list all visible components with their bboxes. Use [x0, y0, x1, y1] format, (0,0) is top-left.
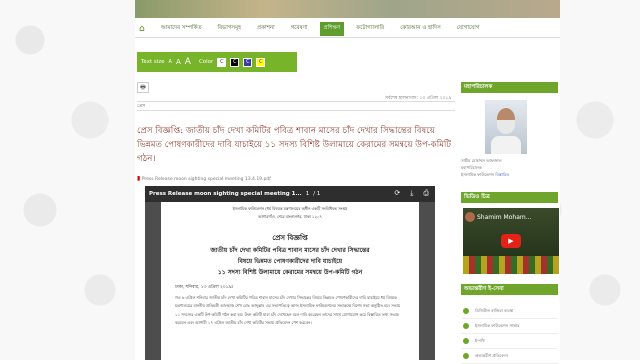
divider: [137, 101, 455, 102]
download-icon[interactable]: ⤓: [410, 189, 413, 198]
photo-beard: [497, 120, 515, 134]
pdf-link-text[interactable]: Press Release moon sighting special meet…: [142, 177, 271, 182]
dg-org-line: ইসলামিক ফাউন্ডেশন বিস্তারিত: [461, 172, 509, 179]
list-item-label[interactable]: অভ্যন্তরীণ প্রতিবেদন: [475, 353, 508, 360]
pdf-page-total: / 1: [313, 191, 321, 197]
doc-letterhead-address: আগারগাঁও, শেরে বাংলানগর, ঢাকা ১২০৭: [258, 214, 322, 219]
nav-item-about[interactable]: আমাদের সম্পর্কিত: [157, 22, 206, 36]
dg-org: ইসলামিক ফাউন্ডেশন: [461, 172, 495, 177]
accessibility-toolbar: Text size A A A Color C C C C: [137, 52, 297, 72]
nav-item-quran-hadith[interactable]: কোরআন ও হাদিস: [396, 22, 445, 36]
refresh-icon[interactable]: ⟳: [394, 189, 400, 198]
color-blue-swatch[interactable]: C: [243, 57, 253, 67]
links-section-header: অভ্যন্তরীণ ই-সেবা: [461, 284, 558, 295]
pdf-page-number[interactable]: 1: [306, 191, 310, 197]
nav-item-publications[interactable]: প্রকাশনা: [253, 22, 279, 36]
dg-more-link[interactable]: বিস্তারিত: [495, 172, 509, 177]
bullet-icon: [463, 308, 469, 314]
nav-item-research[interactable]: গবেষণা: [287, 22, 312, 36]
doc-heading-line-2: বিষয়ে ভিন্নমত পোষণকারীদের দাবি যাচাইয়ে: [237, 258, 343, 265]
main-page: ⌂ আমাদের সম্পর্কিত বিভাগসমূহ প্রকাশনা গব…: [135, 0, 560, 364]
video-title[interactable]: Shamim Moham...: [477, 214, 531, 221]
dg-name: সামীম মোহাম্মদ আফজাল: [461, 158, 502, 163]
doc-body: গত ৬ এপ্রিল শনিবার জাতীয় চাঁদ দেখা কমিট…: [175, 295, 401, 325]
list-item-label[interactable]: ইসলামিক ফাউন্ডেশন সার্ভার: [475, 323, 519, 330]
background-pattern-left: [0, 0, 135, 360]
list-item[interactable]: ই-নথি: [461, 334, 558, 349]
pdf-viewer[interactable]: Press Release moon sighting special meet…: [145, 186, 435, 360]
list-item[interactable]: অভ্যন্তরীণ প্রতিবেদন: [461, 349, 558, 364]
pdf-title: Press Release moon sighting special meet…: [149, 191, 302, 197]
text-size-label: Text size: [141, 59, 165, 65]
nav-item-contact[interactable]: যোগাযোগ: [453, 22, 484, 36]
text-size-large-button[interactable]: A: [185, 57, 191, 67]
list-item[interactable]: ইসলামিক ফাউন্ডেশন সার্ভার: [461, 319, 558, 334]
bullet-icon: [463, 338, 469, 344]
nav-item-training[interactable]: প্রশিক্ষণ: [319, 21, 345, 36]
nav-item-departments[interactable]: বিভাগসমূহ: [214, 22, 246, 36]
doc-dateline: ঢাকা, শনিবার, ১৩ এপ্রিল ২০১৯ঃ: [175, 285, 234, 290]
print-icon[interactable]: 🖶: [137, 82, 149, 93]
dg-photo: [485, 100, 527, 154]
internal-services-list: ডিজিটাল হাজিরা ব্যবস্থা ইসলামিক ফাউন্ডেশ…: [461, 304, 558, 364]
photo-body: [491, 136, 521, 154]
color-white-swatch[interactable]: C: [217, 57, 227, 67]
pdf-viewer-actions: ⟳ ⤓ ⎙: [394, 189, 429, 198]
main-navigation: ⌂ আমাদের সম্পর্কিত বিভাগসমূহ প্রকাশনা গব…: [135, 20, 560, 38]
home-icon[interactable]: ⌂: [139, 24, 149, 34]
list-item[interactable]: ডিজিটাল হাজিরা ব্যবস্থা: [461, 304, 558, 319]
pdf-attachment-link[interactable]: ▮ Press Release moon sighting special me…: [137, 175, 271, 182]
article-headline: প্রেস বিজ্ঞপ্তি: জাতীয় চাঁদ দেখা কমিটির…: [137, 126, 452, 164]
pdf-file-icon: ▮: [137, 175, 141, 182]
doc-heading-line-1: জাতীয় চাঁদ দেখা কমিটির পবিত্র শাবান মাস…: [210, 247, 370, 254]
pdf-page: ইসলামিক ফাউন্ডেশন (ধর্ম বিষয়ক মন্ত্রণাল…: [161, 202, 419, 360]
video-section-header: ভিডিও চিত্র: [461, 192, 558, 203]
color-yellow-swatch[interactable]: C: [256, 57, 266, 67]
text-size-medium-button[interactable]: A: [176, 58, 181, 66]
dg-title: মহাপরিচালক: [461, 165, 482, 170]
dg-section-header: মহাপরিচালক: [461, 82, 558, 93]
article-category[interactable]: প্রেস: [137, 103, 145, 110]
bullet-icon: [463, 353, 469, 359]
color-black-swatch[interactable]: C: [230, 57, 240, 67]
play-icon[interactable]: ▶: [501, 234, 521, 248]
color-label: Color: [198, 59, 214, 65]
bullet-icon: [463, 323, 469, 329]
print-icon[interactable]: ⎙: [423, 189, 429, 198]
nav-item-photo-gallery[interactable]: ফটোগ্যালারি: [352, 22, 388, 36]
list-item-label[interactable]: ডিজিটাল হাজিরা ব্যবস্থা: [475, 308, 513, 315]
divider: [137, 110, 455, 111]
doc-heading-line-3: ১১ সদস্য বিশিষ্ট উলামায়ে কেরামের সমন্বয…: [217, 269, 363, 276]
list-item-label[interactable]: ই-নথি: [475, 338, 485, 345]
doc-title: প্রেস বিজ্ঞপ্তি: [272, 233, 308, 242]
pdf-viewer-toolbar: Press Release moon sighting special meet…: [145, 186, 435, 202]
channel-avatar: [465, 212, 475, 222]
doc-letterhead-org: ইসলামিক ফাউন্ডেশন (ধর্ম বিষয়ক মন্ত্রণাল…: [232, 206, 348, 211]
video-player[interactable]: Shamim Moham... ▶: [463, 208, 559, 274]
text-size-small-button[interactable]: A: [169, 59, 172, 65]
header-banner: [135, 0, 560, 18]
video-thumbnail-flowers: [463, 256, 559, 274]
